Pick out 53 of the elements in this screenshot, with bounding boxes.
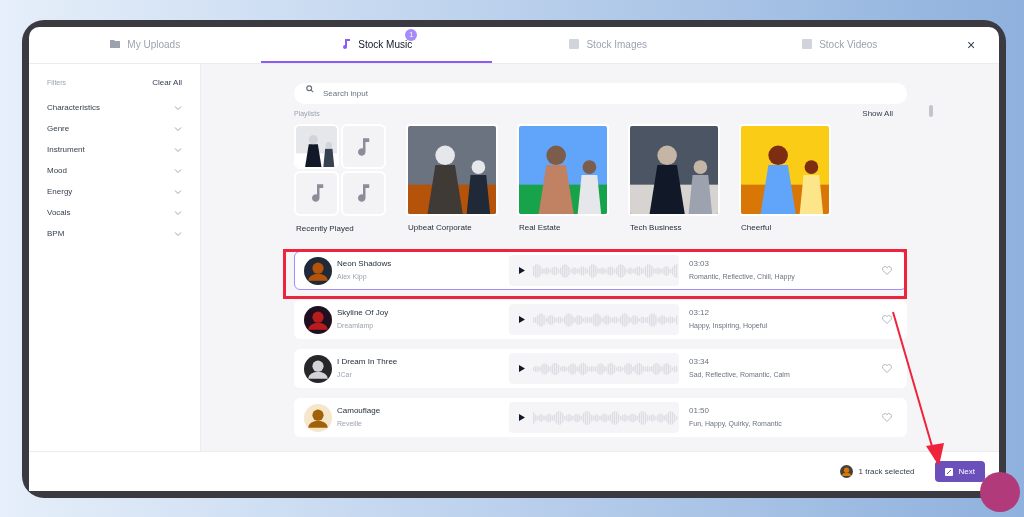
next-button[interactable]: Next <box>934 461 985 482</box>
music-note-icon <box>355 183 371 203</box>
edit-icon <box>944 467 953 476</box>
track-duration: 03:03 <box>689 258 711 271</box>
chevron-down-icon <box>174 209 182 216</box>
filter-item[interactable]: BPM <box>47 223 182 244</box>
avatar <box>839 465 853 478</box>
search-field[interactable]: Search input <box>294 83 907 104</box>
search-icon <box>306 85 314 93</box>
avatar <box>304 305 332 334</box>
chat-widget[interactable] <box>980 472 1020 512</box>
chevron-down-icon <box>174 104 182 111</box>
track-duration: 03:12 <box>689 307 711 320</box>
track-duration: 01:50 <box>689 405 711 418</box>
filter-item[interactable]: Mood <box>47 160 182 181</box>
chevron-down-icon <box>174 125 182 132</box>
chevron-down-icon <box>174 167 182 174</box>
music-note-icon <box>340 38 353 50</box>
video-icon <box>801 38 814 50</box>
chevron-down-icon <box>174 230 182 237</box>
filter-item[interactable]: Genre <box>47 118 182 139</box>
clear-all-link[interactable]: Clear All <box>152 77 182 89</box>
track-duration: 03:34 <box>689 356 711 369</box>
track-title: I Dream In Three <box>337 356 399 369</box>
playlist-title: Tech Business <box>629 222 683 234</box>
playlist-title: Recently Played <box>295 223 355 235</box>
playlist-cover[interactable] <box>294 124 387 217</box>
playlist-title: Real Estate <box>518 222 562 234</box>
playlist-title: Cheerful <box>740 222 773 234</box>
avatar <box>304 403 332 432</box>
chevron-down-icon <box>174 146 182 153</box>
filter-item[interactable]: Energy <box>47 181 182 202</box>
play-icon[interactable] <box>519 414 525 421</box>
track-title: Camouflage <box>337 405 382 418</box>
play-icon[interactable] <box>519 316 525 323</box>
close-button[interactable]: × <box>955 34 987 56</box>
filter-item[interactable]: Characteristics <box>47 97 182 118</box>
scrollbar <box>929 105 933 117</box>
avatar <box>304 354 332 383</box>
filter-item[interactable]: Vocals <box>47 202 182 223</box>
folder-icon <box>109 38 122 50</box>
playlist-title: Upbeat Corporate <box>407 222 473 234</box>
selection-status: 1 track selected <box>858 465 915 478</box>
play-icon[interactable] <box>519 365 525 372</box>
avatar <box>304 256 332 285</box>
play-icon[interactable] <box>519 267 525 274</box>
chevron-down-icon <box>174 188 182 195</box>
track-title: Skyline Of Joy <box>337 307 390 320</box>
music-note-icon <box>355 136 371 157</box>
image-icon <box>568 38 581 50</box>
filter-item[interactable]: Instrument <box>47 139 182 160</box>
track-title: Neon Shadows <box>337 258 393 271</box>
show-all-link[interactable]: Show All <box>862 108 893 120</box>
